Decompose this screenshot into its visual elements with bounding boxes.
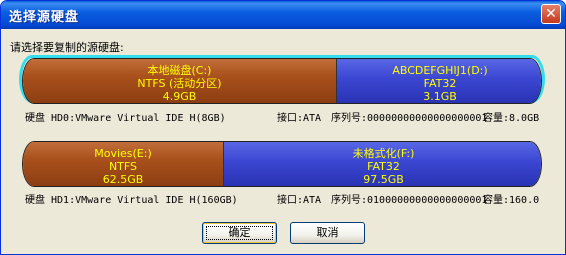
partition-name: ABCDEFGHIJ1(D:) bbox=[392, 64, 488, 77]
interface-label: 接口:ATA bbox=[277, 195, 322, 206]
partition-fs: NTFS (活动分区) bbox=[137, 77, 222, 90]
capacity-label: 容量:8.0GB bbox=[483, 113, 540, 124]
disk-hd1-bar: Movies(E:) NTFS 62.5GB 未格式化(F:) FAT32 97… bbox=[22, 141, 542, 187]
partition-name: 本地磁盘(C:) bbox=[147, 64, 212, 77]
disk-label: 硬盘 HD1:VMware Virtual IDE H(160GB) bbox=[25, 195, 238, 206]
focus-rectangle bbox=[206, 226, 273, 240]
partition-c[interactable]: 本地磁盘(C:) NTFS (活动分区) 4.9GB bbox=[23, 59, 336, 103]
partition-size: 62.5GB bbox=[102, 173, 144, 186]
prompt-label: 请选择要复制的源硬盘: bbox=[10, 41, 124, 54]
window-title: 选择源硬盘 bbox=[9, 10, 80, 25]
disk-hd1[interactable]: Movies(E:) NTFS 62.5GB 未格式化(F:) FAT32 97… bbox=[22, 141, 542, 187]
partition-d[interactable]: ABCDEFGHIJ1(D:) FAT32 3.1GB bbox=[336, 59, 541, 103]
disk-label: 硬盘 HD0:VMware Virtual IDE H(8GB) bbox=[25, 113, 226, 124]
select-source-disk-dialog: 选择源硬盘 ✕ 请选择要复制的源硬盘: 本地磁盘(C:) NTFS (活动分区)… bbox=[0, 0, 566, 255]
cancel-button-label: 取消 bbox=[316, 226, 339, 239]
cancel-button[interactable]: 取消 bbox=[290, 222, 365, 244]
partition-size: 4.9GB bbox=[162, 90, 197, 103]
partition-name: Movies(E:) bbox=[94, 147, 152, 160]
partition-name: 未格式化(F:) bbox=[352, 147, 415, 160]
title-bar: 选择源硬盘 ✕ bbox=[1, 1, 565, 29]
serial-label: 序列号:01000000000000000001 bbox=[331, 195, 488, 206]
partition-fs: FAT32 bbox=[367, 160, 400, 173]
partition-fs: NTFS bbox=[108, 160, 138, 173]
serial-label: 序列号:00000000000000000001 bbox=[331, 113, 488, 124]
close-icon[interactable]: ✕ bbox=[541, 4, 561, 24]
disk-hd0[interactable]: 本地磁盘(C:) NTFS (活动分区) 4.9GB ABCDEFGHIJ1(D… bbox=[22, 58, 542, 104]
interface-label: 接口:ATA bbox=[277, 113, 322, 124]
ok-button[interactable]: 确定 bbox=[202, 222, 277, 244]
disk-hd0-bar: 本地磁盘(C:) NTFS (活动分区) 4.9GB ABCDEFGHIJ1(D… bbox=[22, 58, 542, 104]
partition-size: 97.5GB bbox=[363, 173, 404, 186]
partition-e[interactable]: Movies(E:) NTFS 62.5GB bbox=[23, 142, 223, 186]
partition-size: 3.1GB bbox=[423, 90, 457, 103]
partition-f[interactable]: 未格式化(F:) FAT32 97.5GB bbox=[223, 142, 541, 186]
capacity-label: 容量:160.0 bbox=[483, 195, 540, 206]
partition-fs: FAT32 bbox=[423, 77, 457, 90]
